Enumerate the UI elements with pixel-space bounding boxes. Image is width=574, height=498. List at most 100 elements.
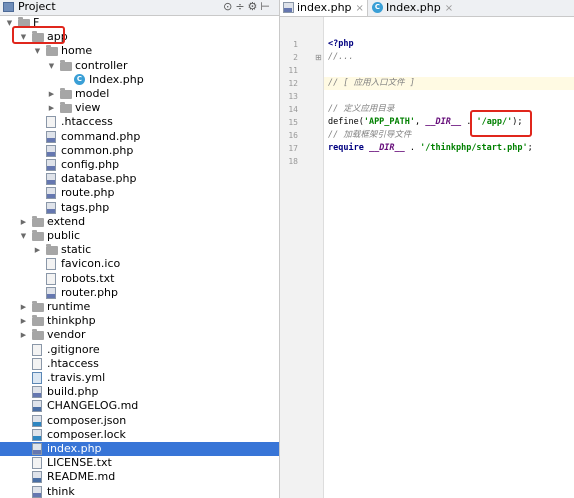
tree-item[interactable]: README.md	[0, 470, 279, 484]
tree-item-label: thinkphp	[47, 314, 96, 328]
tree-item[interactable]: .gitignore	[0, 343, 279, 357]
tree-item[interactable]: common.php	[0, 144, 279, 158]
expand-arrow-icon[interactable]: ▼	[33, 44, 42, 58]
php-file-icon	[32, 443, 42, 455]
close-icon[interactable]: ×	[445, 3, 453, 14]
tree-item-label: controller	[75, 58, 128, 72]
class-icon: C	[372, 2, 383, 13]
tree-item[interactable]: ▶ model	[0, 87, 279, 101]
tree-item[interactable]: build.php	[0, 385, 279, 399]
folder-icon	[32, 329, 44, 341]
tree-item[interactable]: LICENSE.txt	[0, 456, 279, 470]
tree-item-label: LICENSE.txt	[47, 456, 112, 470]
project-panel-header: Project ⊙÷⚙⊢	[0, 0, 279, 16]
tree-item-label: command.php	[61, 129, 141, 143]
project-panel: Project ⊙÷⚙⊢ ▼ F ▼ app ▼ home ▼ controller C Inde…	[0, 0, 280, 498]
code-line[interactable]: require __DIR__ . '/thinkphp/start.php';	[328, 142, 533, 155]
tree-item[interactable]: composer.lock	[0, 428, 279, 442]
line-number: 15	[288, 118, 298, 127]
editor-pane[interactable]: index.php × C Index.php × 1 2 ⊞ 11 12 13 14 15 16 1…	[280, 0, 574, 498]
tree-item[interactable]: composer.json	[0, 414, 279, 428]
line-number: 14	[288, 105, 298, 114]
php-file-icon	[46, 173, 56, 186]
line-number: 18	[288, 157, 298, 166]
tree-item-label: static	[61, 243, 92, 257]
tree-item[interactable]: index.php	[0, 442, 279, 456]
tree-item[interactable]: .htaccess	[0, 115, 279, 129]
expand-arrow-icon[interactable]: ▼	[19, 229, 28, 243]
tree-item-label: .travis.yml	[47, 371, 106, 384]
tree-item[interactable]: ▼ home	[0, 44, 279, 58]
tree-item[interactable]: database.php	[0, 172, 279, 186]
tree-item[interactable]: config.php	[0, 158, 279, 172]
tab-index-php-active[interactable]: index.php ×	[280, 0, 368, 16]
tree-item[interactable]: tags.php	[0, 201, 279, 215]
md-file-icon	[32, 400, 42, 413]
folder-icon	[32, 215, 44, 227]
tab-label: index.php	[297, 1, 352, 14]
fold-marker-icon[interactable]: ⊞	[315, 53, 322, 62]
tree-item[interactable]: route.php	[0, 186, 279, 200]
folder-icon	[46, 244, 58, 256]
collapse-icon[interactable]: ⊢	[260, 0, 273, 13]
split-icon[interactable]: ÷	[235, 0, 247, 13]
code-token: // 定义应用目录	[328, 104, 395, 114]
tree-item[interactable]: think	[0, 485, 279, 498]
target-icon[interactable]: ⊙	[223, 0, 235, 13]
collapse-arrow-icon[interactable]: ▶	[19, 314, 28, 328]
collapse-arrow-icon[interactable]: ▶	[19, 300, 28, 314]
code-line[interactable]: // [ 应用入口文件 ]	[328, 77, 415, 90]
tree-item[interactable]: ▼ public	[0, 229, 279, 243]
gear-icon[interactable]: ⚙	[248, 0, 261, 13]
expand-arrow-icon[interactable]: ▼	[47, 59, 56, 73]
code-line[interactable]: <?php	[328, 38, 354, 51]
line-number: 11	[288, 66, 298, 75]
folder-icon	[32, 301, 44, 312]
tree-item-label: .gitignore	[47, 342, 100, 356]
tree-item[interactable]: C Index.php	[0, 73, 279, 87]
code-line[interactable]: // 加载框架引导文件	[328, 129, 411, 142]
tree-item[interactable]: robots.txt	[0, 272, 279, 286]
tree-item[interactable]: favicon.ico	[0, 257, 279, 271]
tree-item[interactable]: ▶ vendor	[0, 328, 279, 342]
tree-item[interactable]: ▶ thinkphp	[0, 314, 279, 328]
close-icon[interactable]: ×	[356, 3, 364, 14]
line-number: 16	[288, 131, 298, 140]
project-panel-title[interactable]: Project	[18, 0, 56, 14]
yml-file-icon	[32, 372, 42, 384]
tree-item[interactable]: ▶ static	[0, 243, 279, 257]
collapse-arrow-icon[interactable]: ▶	[19, 215, 28, 229]
line-number: 12	[288, 79, 298, 88]
tree-item[interactable]: CHANGELOG.md	[0, 399, 279, 413]
tree-item[interactable]: router.php	[0, 286, 279, 300]
tree-item-label: .htaccess	[61, 115, 113, 129]
collapse-arrow-icon[interactable]: ▶	[47, 101, 56, 115]
php-file-icon	[32, 485, 42, 498]
tree-item-label: index.php	[47, 442, 102, 455]
project-toolbar[interactable]: ⊙÷⚙⊢	[223, 0, 273, 14]
tab-index-php-class[interactable]: C Index.php ×	[369, 0, 455, 16]
htaccess-file-icon	[46, 116, 56, 129]
tree-item-label: extend	[47, 214, 86, 228]
php-file-icon	[283, 2, 294, 13]
tree-item-label: database.php	[61, 172, 137, 186]
collapse-arrow-icon[interactable]: ▶	[47, 87, 56, 101]
code-line[interactable]: //...	[328, 51, 354, 64]
tree-item[interactable]: ▶ extend	[0, 215, 279, 229]
txt-file-icon	[46, 272, 56, 285]
code-line[interactable]: // 定义应用目录	[328, 103, 394, 116]
tree-item-label: home	[61, 44, 93, 58]
tree-item[interactable]: ▶ runtime	[0, 300, 279, 314]
collapse-arrow-icon[interactable]: ▶	[33, 243, 42, 257]
folder-icon	[60, 59, 72, 71]
tree-item[interactable]: .travis.yml	[0, 371, 279, 385]
tree-item[interactable]: ▶ view	[0, 101, 279, 115]
line-number: 1	[293, 40, 298, 49]
collapse-arrow-icon[interactable]: ▶	[19, 328, 28, 342]
tree-item[interactable]: ▼ controller	[0, 59, 279, 73]
line-number: 2	[293, 53, 298, 62]
tree-item-label: route.php	[61, 186, 115, 200]
tree-item[interactable]: .htaccess	[0, 357, 279, 371]
tree-item[interactable]: command.php	[0, 130, 279, 144]
tree-item-label: view	[75, 101, 101, 115]
